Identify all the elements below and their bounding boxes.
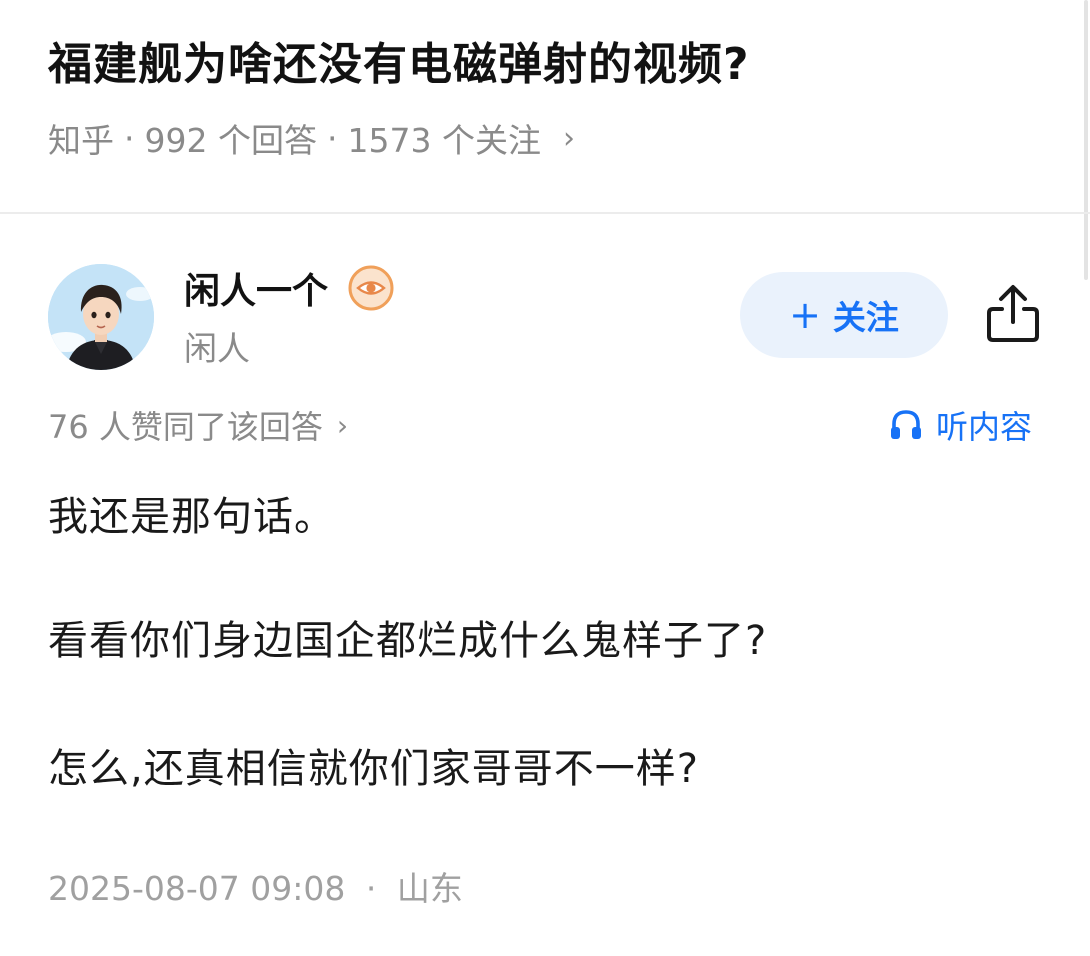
source-label: 知乎 [48, 121, 114, 160]
author-name[interactable]: 闲人一个 [184, 262, 394, 314]
follower-count: 1573 个关注 [347, 121, 541, 160]
eye-badge-icon[interactable] [348, 265, 394, 311]
author-bio: 闲人 [184, 329, 250, 368]
answer-paragraph: 我还是那句话。 [48, 494, 335, 540]
question-title[interactable]: 福建舰为啥还没有电磁弹射的视频? [48, 28, 750, 92]
upvote-text: 76 人赞同了该回答 [48, 408, 323, 446]
meta-separator: · [326, 118, 338, 158]
answer-paragraph: 怎么,还真相信就你们家哥哥不一样? [48, 746, 699, 792]
timestamp-text: 2025-08-07 09:08 [48, 869, 346, 908]
chevron-right-icon: › [562, 120, 575, 156]
location-text: 山东 [396, 869, 463, 908]
answer-count: 992 个回答 [144, 121, 317, 160]
listen-button[interactable]: 听内容 [888, 402, 1032, 448]
share-icon[interactable] [984, 282, 1042, 344]
author-name-text: 闲人一个 [184, 271, 329, 312]
plus-icon: + [789, 293, 821, 337]
listen-label: 听内容 [936, 408, 1033, 446]
chevron-right-icon: › [336, 408, 349, 442]
headphones-icon [891, 410, 921, 439]
avatar[interactable] [48, 264, 154, 370]
follow-button[interactable]: + 关注 [740, 272, 948, 358]
question-meta[interactable]: 知乎 · 992 个回答 · 1573 个关注 › [48, 114, 575, 162]
meta-separator: · [124, 118, 135, 158]
answer-timestamp: 2025-08-07 09:08 · 山东 [48, 862, 463, 910]
answer-paragraph: 看看你们身边国企都烂成什么鬼样子了? [48, 618, 768, 664]
upvote-count[interactable]: 76 人赞同了该回答 › [48, 402, 348, 448]
timestamp-separator: · [365, 869, 377, 908]
follow-label: 关注 [832, 298, 899, 337]
divider [0, 212, 1090, 214]
scrollbar[interactable] [1084, 0, 1088, 280]
